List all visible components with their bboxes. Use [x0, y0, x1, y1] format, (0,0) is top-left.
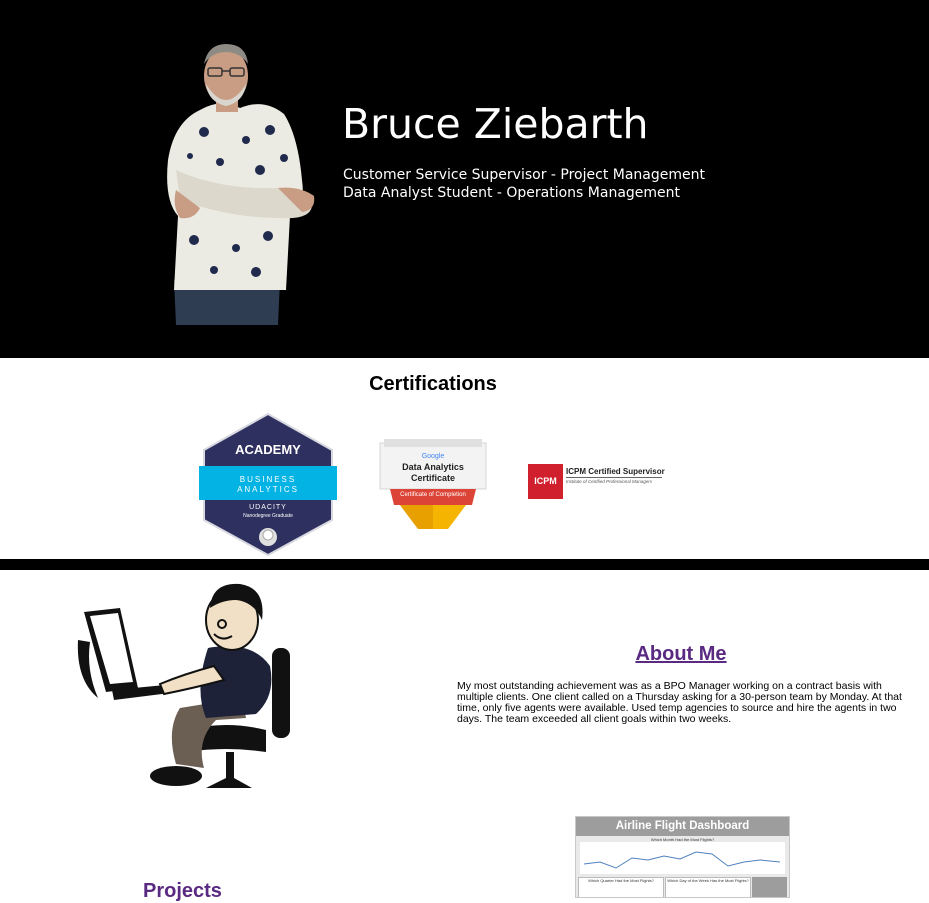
icpm-title: ICPM Certified Supervisor — [566, 467, 665, 476]
google-line2: Certificate — [410, 473, 455, 483]
google-data-analytics-badge[interactable]: Google Data Analytics Certificate Certif… — [376, 437, 490, 532]
profile-photo — [167, 44, 315, 325]
icpm-subtitle: Institute of Certified Professional Mana… — [566, 479, 653, 484]
udacity-badge[interactable]: ACADEMY BUSINESS ANALYTICS UDACITY Nanod… — [198, 412, 338, 557]
section-divider — [0, 559, 929, 570]
udacity-org: UDACITY — [249, 504, 287, 511]
dashboard-panel-side — [752, 877, 787, 897]
about-me-link[interactable]: About Me — [456, 643, 906, 666]
hero-name: Bruce Ziebarth — [342, 100, 649, 148]
google-ribbon: Certificate of Completion — [400, 492, 466, 498]
certifications-heading: Certifications — [369, 373, 497, 395]
hero-subtitle: Customer Service Supervisor - Project Ma… — [343, 166, 705, 202]
udacity-band-line2: ANALYTICS — [237, 485, 299, 494]
udacity-brand: ACADEMY — [235, 442, 301, 457]
projects-heading[interactable]: Projects — [143, 880, 222, 903]
about-me-text: My most outstanding achievement was as a… — [457, 680, 902, 725]
udacity-caption: Nanodegree Graduate — [243, 513, 293, 519]
computer-user-illustration — [77, 583, 290, 788]
dashboard-title: Airline Flight Dashboard — [576, 817, 789, 836]
dashboard-panel-quarter: Which Quarter Had the Most Flights? — [578, 877, 664, 897]
icpm-rule — [566, 477, 662, 478]
udacity-band-line1: BUSINESS — [239, 475, 297, 484]
airline-dashboard-thumbnail[interactable]: Airline Flight Dashboard Which Month Had… — [575, 816, 790, 898]
google-brand: Google — [421, 453, 445, 460]
hero-banner: Bruce Ziebarth Customer Service Supervis… — [0, 0, 929, 358]
hero-subtitle-line1: Customer Service Supervisor - Project Ma… — [343, 167, 705, 183]
hero-subtitle-line2: Data Analyst Student - Operations Manage… — [343, 185, 681, 201]
dashboard-line-chart — [580, 842, 785, 874]
icpm-certificate[interactable]: ICPM ICPM Certified Supervisor Institute… — [528, 464, 678, 500]
icpm-logo: ICPM — [528, 464, 563, 499]
google-line1: Data Analytics — [402, 462, 464, 472]
dashboard-panel-weekday: Which Day of the Week Has the Most Fligh… — [665, 877, 751, 897]
google-badge-graphic — [379, 439, 487, 529]
